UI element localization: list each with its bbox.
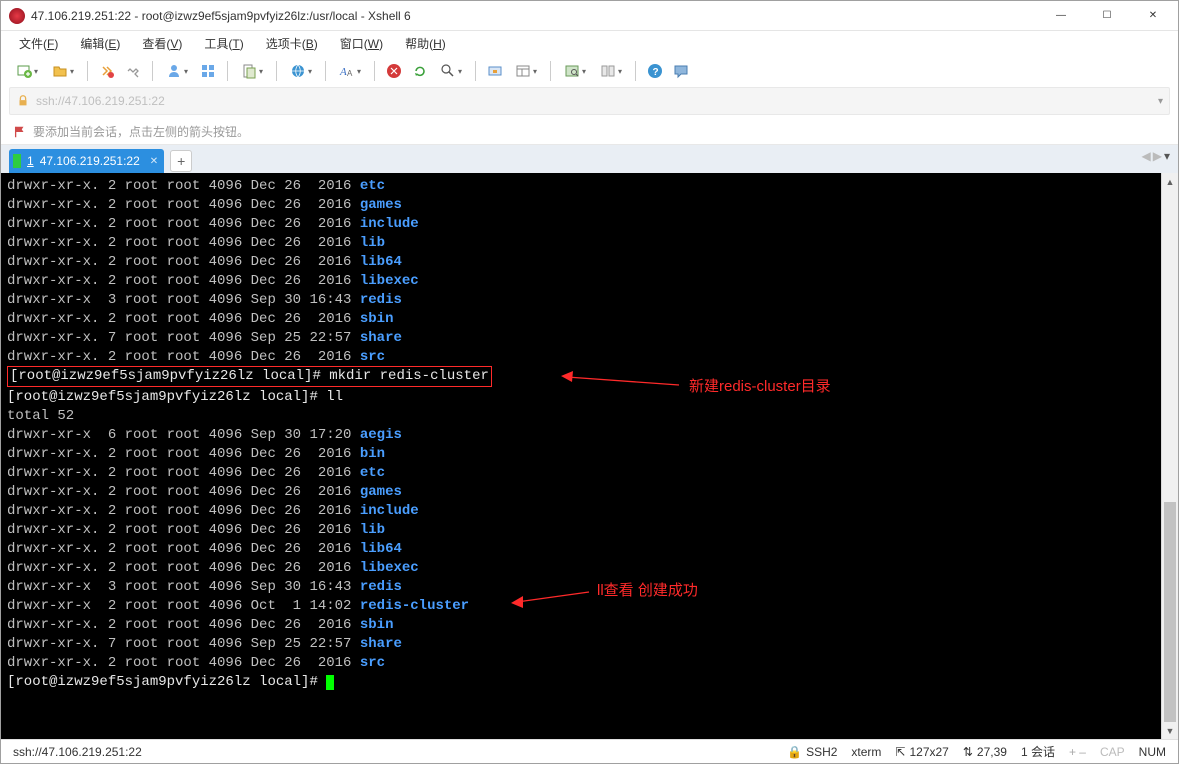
scroll-thumb[interactable] (1164, 502, 1176, 722)
status-term: xterm (851, 745, 881, 759)
svg-text:A: A (339, 66, 347, 78)
status-sessions: 1 会话 (1021, 743, 1055, 760)
menubar: 文件(F) 编辑(E) 查看(V) 工具(T) 选项卡(B) 窗口(W) 帮助(H) (1, 31, 1178, 55)
scroll-down-icon[interactable]: ▼ (1162, 722, 1178, 739)
maximize-button[interactable]: ☐ (1084, 1, 1130, 31)
window-title: 47.106.219.251:22 - root@izwz9ef5sjam9pv… (31, 9, 1038, 23)
status-path: ssh://47.106.219.251:22 (13, 745, 142, 759)
menu-h[interactable]: 帮助(H) (399, 33, 452, 54)
open-button[interactable] (47, 60, 79, 82)
scroll-track[interactable] (1162, 190, 1178, 722)
svg-text:?: ? (653, 67, 659, 78)
add-tab-button[interactable]: + (170, 150, 192, 172)
app-icon (9, 8, 25, 24)
menu-f[interactable]: 文件(F) (13, 33, 64, 54)
xshell-logo-button[interactable] (383, 60, 405, 82)
status-cap: CAP (1100, 745, 1125, 759)
session-tab[interactable]: 1 47.106.219.251:22 ✕ (9, 149, 164, 173)
sessions-sep: + ‒ (1069, 745, 1086, 759)
minimize-button[interactable]: — (1038, 1, 1084, 31)
status-pos: 27,39 (977, 745, 1007, 759)
ssh-lock-icon: 🔒 (787, 745, 802, 759)
reconnect-button[interactable] (96, 60, 118, 82)
menu-w[interactable]: 窗口(W) (334, 33, 389, 54)
address-expand-icon[interactable]: ▾ (1158, 96, 1163, 107)
menu-v[interactable]: 查看(V) (136, 33, 188, 54)
svg-text:A: A (347, 69, 353, 78)
statusbar: ssh://47.106.219.251:22 🔒 SSH2 xterm ⇱ 127… (1, 739, 1178, 763)
font-button[interactable]: AA (334, 60, 366, 82)
sessions-button[interactable] (197, 60, 219, 82)
tab-nav: ◀ ▶ ▾ (1142, 149, 1171, 163)
status-size: 127x27 (909, 745, 948, 759)
tab-menu-icon[interactable]: ▾ (1164, 149, 1170, 163)
new-session-button[interactable] (11, 60, 43, 82)
tab-close-icon[interactable]: ✕ (150, 156, 158, 167)
titlebar: 47.106.219.251:22 - root@izwz9ef5sjam9pv… (1, 1, 1178, 31)
toolbar: AA ? (1, 55, 1178, 87)
status-ssh: SSH2 (806, 745, 837, 759)
tabbar: 1 47.106.219.251:22 ✕ + ◀ ▶ ▾ (1, 145, 1178, 173)
updown-icon: ⇅ (963, 745, 973, 759)
profile-button[interactable] (161, 60, 193, 82)
search-button[interactable] (559, 60, 591, 82)
terminal[interactable]: drwxr-xr-x. 2 root root 4096 Dec 26 2016… (1, 173, 1161, 739)
tab-prev-icon[interactable]: ◀ (1142, 149, 1151, 163)
address-text: ssh://47.106.219.251:22 (36, 94, 165, 108)
disconnect-button[interactable] (122, 60, 144, 82)
hint-text: 要添加当前会话，点击左侧的箭头按钮。 (33, 123, 249, 140)
lock-screen-button[interactable] (484, 60, 506, 82)
tab-next-icon[interactable]: ▶ (1153, 149, 1162, 163)
addressbar[interactable]: ssh://47.106.219.251:22 ▾ (9, 87, 1170, 115)
tab-index: 1 (27, 154, 34, 168)
tile-button[interactable] (595, 60, 627, 82)
zoom-button[interactable] (435, 60, 467, 82)
size-icon: ⇱ (895, 745, 905, 759)
scroll-up-icon[interactable]: ▲ (1162, 173, 1178, 190)
terminal-scrollbar[interactable]: ▲ ▼ (1161, 173, 1178, 739)
help-button[interactable]: ? (644, 60, 666, 82)
refresh-button[interactable] (409, 60, 431, 82)
menu-t[interactable]: 工具(T) (198, 33, 249, 54)
globe-button[interactable] (285, 60, 317, 82)
terminal-wrap: drwxr-xr-x. 2 root root 4096 Dec 26 2016… (1, 173, 1178, 739)
menu-b[interactable]: 选项卡(B) (260, 33, 324, 54)
tab-activity-indicator (13, 154, 21, 168)
hintbar: 要添加当前会话，点击左侧的箭头按钮。 (1, 119, 1178, 145)
status-num: NUM (1139, 745, 1166, 759)
lock-icon (16, 94, 30, 108)
chat-button[interactable] (670, 60, 692, 82)
menu-e[interactable]: 编辑(E) (74, 33, 126, 54)
paste-button[interactable] (236, 60, 268, 82)
layout-button[interactable] (510, 60, 542, 82)
tab-label: 47.106.219.251:22 (40, 154, 140, 168)
flag-icon (13, 125, 27, 139)
close-button[interactable]: ✕ (1130, 1, 1176, 31)
